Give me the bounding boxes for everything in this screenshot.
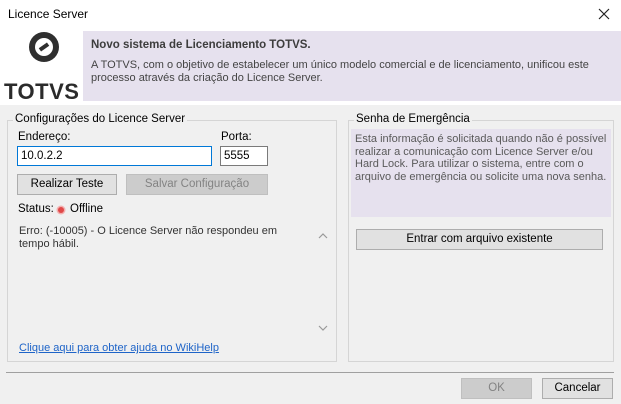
banner-description: A TOTVS, com o objetivo de estabelecer u… [91, 59, 589, 84]
emergency-info-text: Esta informação é solicitada quando não … [351, 129, 611, 217]
ok-button[interactable]: OK [461, 378, 532, 399]
title-bar: Licence Server [0, 0, 621, 29]
save-config-button[interactable]: Salvar Configuração [126, 174, 268, 195]
totvs-logo: TOTVS [4, 31, 82, 105]
enter-existing-file-button[interactable]: Entrar com arquivo existente [356, 229, 603, 250]
wikihelp-link[interactable]: Clique aqui para obter ajuda no WikiHelp [19, 342, 219, 354]
port-input[interactable] [220, 146, 268, 166]
scroll-down-icon[interactable] [318, 321, 328, 331]
status-label: Status: [18, 203, 54, 215]
close-icon[interactable] [597, 4, 611, 24]
config-group-title: Configurações do Licence Server [13, 113, 188, 125]
port-label: Porta: [221, 131, 252, 143]
totvs-logo-text: TOTVS [4, 79, 80, 104]
banner-message: Novo sistema de Licenciamento TOTVS. A T… [83, 31, 621, 101]
licence-server-config-group: Configurações do Licence Server Endereço… [7, 113, 337, 362]
status-value: Offline [70, 203, 104, 215]
footer-divider [6, 372, 614, 373]
emergency-group-title: Senha de Emergência [354, 113, 472, 125]
banner-title: Novo sistema de Licenciamento TOTVS. [91, 39, 311, 51]
cancel-button[interactable]: Cancelar [542, 378, 613, 399]
header-banner: TOTVS Novo sistema de Licenciamento TOTV… [0, 29, 621, 105]
status-offline-icon [58, 207, 64, 213]
totvs-logo-icon [29, 32, 59, 62]
error-log: Erro: (-10005) - O Licence Server não re… [17, 223, 312, 338]
address-input[interactable] [17, 146, 212, 166]
test-button[interactable]: Realizar Teste [17, 174, 117, 195]
window-title: Licence Server [8, 7, 89, 21]
address-label: Endereço: [18, 131, 71, 143]
scroll-up-icon[interactable] [318, 229, 328, 239]
emergency-password-group: Senha de Emergência Esta informação é so… [348, 113, 614, 362]
error-log-text: Erro: (-10005) - O Licence Server não re… [19, 225, 278, 250]
